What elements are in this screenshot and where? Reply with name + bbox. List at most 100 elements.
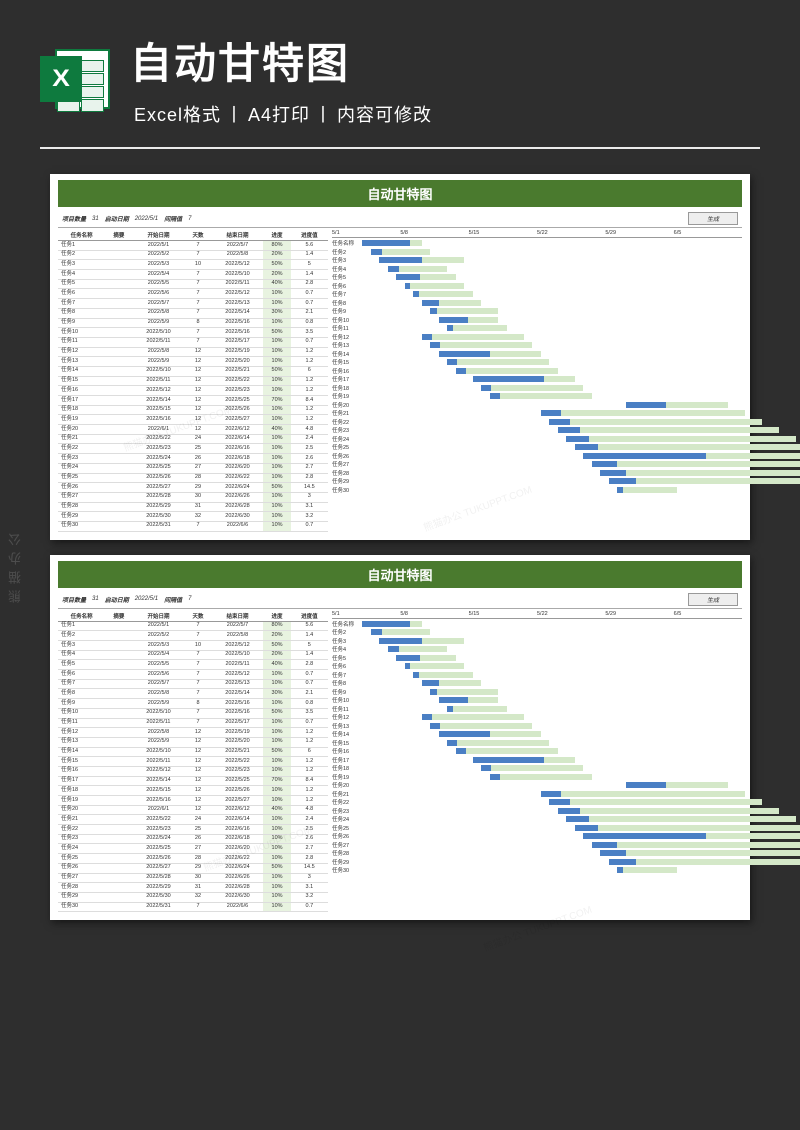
table-row: 任务192022/5/16122022/5/27 10%1.2	[58, 415, 328, 425]
gantt-row: 任务22	[332, 418, 742, 427]
page-subtitle: Excel格式丨A4打印丨内容可修改	[130, 101, 760, 127]
table-row: 任务252022/5/26282022/6/22 10%2.8	[58, 473, 328, 483]
gantt-row: 任务6	[332, 662, 742, 671]
gantt-row: 任务28	[332, 469, 742, 478]
table-row: 任务132022/5/9122022/5/20 10%1.2	[58, 737, 328, 747]
gantt-row: 任务16	[332, 747, 742, 756]
table-row: 任务222022/5/23252022/6/16 10%2.5	[58, 444, 328, 454]
params-row: 项目数量31 启动日期2022/5/1 间隔值7 生成	[58, 591, 742, 609]
gantt-row: 任务23	[332, 426, 742, 435]
gantt-row: 任务13	[332, 722, 742, 731]
table-row: 任务152022/5/11122022/5/22 10%1.2	[58, 757, 328, 767]
gantt-row: 任务29	[332, 477, 742, 486]
gantt-row: 任务18	[332, 384, 742, 393]
table-row: 任务92022/5/982022/5/16 10%0.8	[58, 699, 328, 709]
table-row: 任务302022/5/3172022/6/6 10%0.7	[58, 902, 328, 912]
gantt-row: 任务16	[332, 367, 742, 376]
table-row: 任务12022/5/172022/5/7 80%5.6	[58, 241, 328, 251]
gantt-row: 任务14	[332, 730, 742, 739]
gantt-row: 任务27	[332, 460, 742, 469]
chart-axis: 5/15/85/155/225/296/5	[332, 230, 742, 238]
gantt-row: 任务7	[332, 671, 742, 680]
table-row: 任务112022/5/1172022/5/17 10%0.7	[58, 337, 328, 347]
gantt-row: 任务2	[332, 248, 742, 257]
generate-button[interactable]: 生成	[688, 593, 738, 606]
side-watermark: 熊猫办公	[6, 527, 25, 603]
gantt-row: 任务18	[332, 764, 742, 773]
gantt-row: 任务23	[332, 807, 742, 816]
gantt-row: 任务3	[332, 637, 742, 646]
table-row: 任务92022/5/982022/5/16 10%0.8	[58, 318, 328, 328]
table-row: 任务52022/5/572022/5/11 40%2.8	[58, 279, 328, 289]
table-row: 任务262022/5/27292022/6/24 50%14.5	[58, 863, 328, 873]
gantt-sheet: 自动甘特图 项目数量31 启动日期2022/5/1 间隔值7 生成 任务名称摘要…	[50, 174, 750, 540]
gantt-row: 任务10	[332, 696, 742, 705]
gantt-row: 任务5	[332, 273, 742, 282]
table-row: 任务202022/6/1122022/6/12 40%4.8	[58, 425, 328, 435]
table-row: 任务132022/5/9122022/5/20 10%1.2	[58, 357, 328, 367]
table-row: 任务62022/5/672022/5/12 10%0.7	[58, 670, 328, 680]
table-row: 任务292022/5/30322022/6/30 10%3.2	[58, 892, 328, 902]
table-row: 任务32022/5/3102022/5/12 50%5	[58, 260, 328, 270]
table-row: 任务212022/5/22242022/6/14 10%2.4	[58, 815, 328, 825]
table-row: 任务202022/6/1122022/6/12 40%4.8	[58, 805, 328, 815]
table-row: 任务272022/5/28302022/6/26 10%3	[58, 492, 328, 502]
table-row: 任务112022/5/1172022/5/17 10%0.7	[58, 718, 328, 728]
table-row: 任务162022/5/12122022/5/23 10%1.2	[58, 386, 328, 396]
table-row: 任务172022/5/14122022/5/25 70%8.4	[58, 396, 328, 406]
table-row: 任务22022/5/272022/5/8 20%1.4	[58, 250, 328, 260]
table-row: 任务232022/5/24262022/6/18 10%2.6	[58, 834, 328, 844]
divider	[40, 147, 760, 149]
table-row: 任务52022/5/572022/5/11 40%2.8	[58, 660, 328, 670]
gantt-row: 任务2	[332, 628, 742, 637]
table-row: 任务212022/5/22242022/6/14 10%2.4	[58, 434, 328, 444]
gantt-row: 任务11	[332, 705, 742, 714]
table-row: 任务302022/5/3172022/6/6 10%0.7	[58, 521, 328, 531]
table-row: 任务182022/5/15122022/5/26 10%1.2	[58, 786, 328, 796]
gantt-sheet: 自动甘特图 项目数量31 启动日期2022/5/1 间隔值7 生成 任务名称摘要…	[50, 555, 750, 921]
table-row: 任务192022/5/16122022/5/27 10%1.2	[58, 796, 328, 806]
sheet-title: 自动甘特图	[58, 180, 742, 207]
gantt-row: 任务9	[332, 307, 742, 316]
gantt-row: 任务20	[332, 781, 742, 790]
gantt-row: 任务21	[332, 409, 742, 418]
table-row: 任务162022/5/12122022/5/23 10%1.2	[58, 766, 328, 776]
table-row: 任务232022/5/24262022/6/18 10%2.6	[58, 454, 328, 464]
table-row: 任务172022/5/14122022/5/25 70%8.4	[58, 776, 328, 786]
gantt-row: 任务22	[332, 798, 742, 807]
gantt-row: 任务12	[332, 713, 742, 722]
gantt-chart: 5/15/85/155/225/296/5 任务名称 任务2 任务3 任务4 任…	[332, 611, 742, 913]
gantt-row: 任务26	[332, 832, 742, 841]
table-row: 任务142022/5/10122022/5/21 50%6	[58, 747, 328, 757]
gantt-chart: 5/15/85/155/225/296/5 任务名称 任务2 任务3 任务4 任…	[332, 230, 742, 532]
table-row: 任务252022/5/26282022/6/22 10%2.8	[58, 854, 328, 864]
page-header: X 自动甘特图 Excel格式丨A4打印丨内容可修改	[0, 0, 800, 147]
table-row: 任务142022/5/10122022/5/21 50%6	[58, 366, 328, 376]
task-table: 任务名称摘要开始日期天数结束日期进度进度值 任务12022/5/172022/5…	[58, 611, 328, 913]
table-row: 任务22022/5/272022/5/8 20%1.4	[58, 631, 328, 641]
gantt-row: 任务11	[332, 324, 742, 333]
gantt-row: 任务8	[332, 299, 742, 308]
gantt-row: 任务21	[332, 790, 742, 799]
generate-button[interactable]: 生成	[688, 212, 738, 225]
gantt-row: 任务12	[332, 333, 742, 342]
gantt-row: 任务25	[332, 443, 742, 452]
table-row: 任务32022/5/3102022/5/12 50%5	[58, 641, 328, 651]
table-row: 任务292022/5/30322022/6/30 10%3.2	[58, 512, 328, 522]
gantt-row: 任务7	[332, 290, 742, 299]
gantt-row: 任务29	[332, 858, 742, 867]
params-row: 项目数量31 启动日期2022/5/1 间隔值7 生成	[58, 210, 742, 228]
gantt-row: 任务3	[332, 256, 742, 265]
table-row: 任务152022/5/11122022/5/22 10%1.2	[58, 376, 328, 386]
table-row: 任务102022/5/1072022/5/16 50%3.5	[58, 708, 328, 718]
gantt-row: 任务6	[332, 282, 742, 291]
table-row: 任务72022/5/772022/5/13 10%0.7	[58, 679, 328, 689]
gantt-row: 任务28	[332, 849, 742, 858]
table-row: 任务72022/5/772022/5/13 10%0.7	[58, 299, 328, 309]
table-row: 任务122022/5/8122022/5/19 10%1.2	[58, 347, 328, 357]
gantt-row: 任务15	[332, 739, 742, 748]
gantt-row: 任务9	[332, 688, 742, 697]
table-row: 任务282022/5/29312022/6/28 10%3.1	[58, 883, 328, 893]
page-title: 自动甘特图	[130, 30, 760, 91]
table-row: 任务282022/5/29312022/6/28 10%3.1	[58, 502, 328, 512]
